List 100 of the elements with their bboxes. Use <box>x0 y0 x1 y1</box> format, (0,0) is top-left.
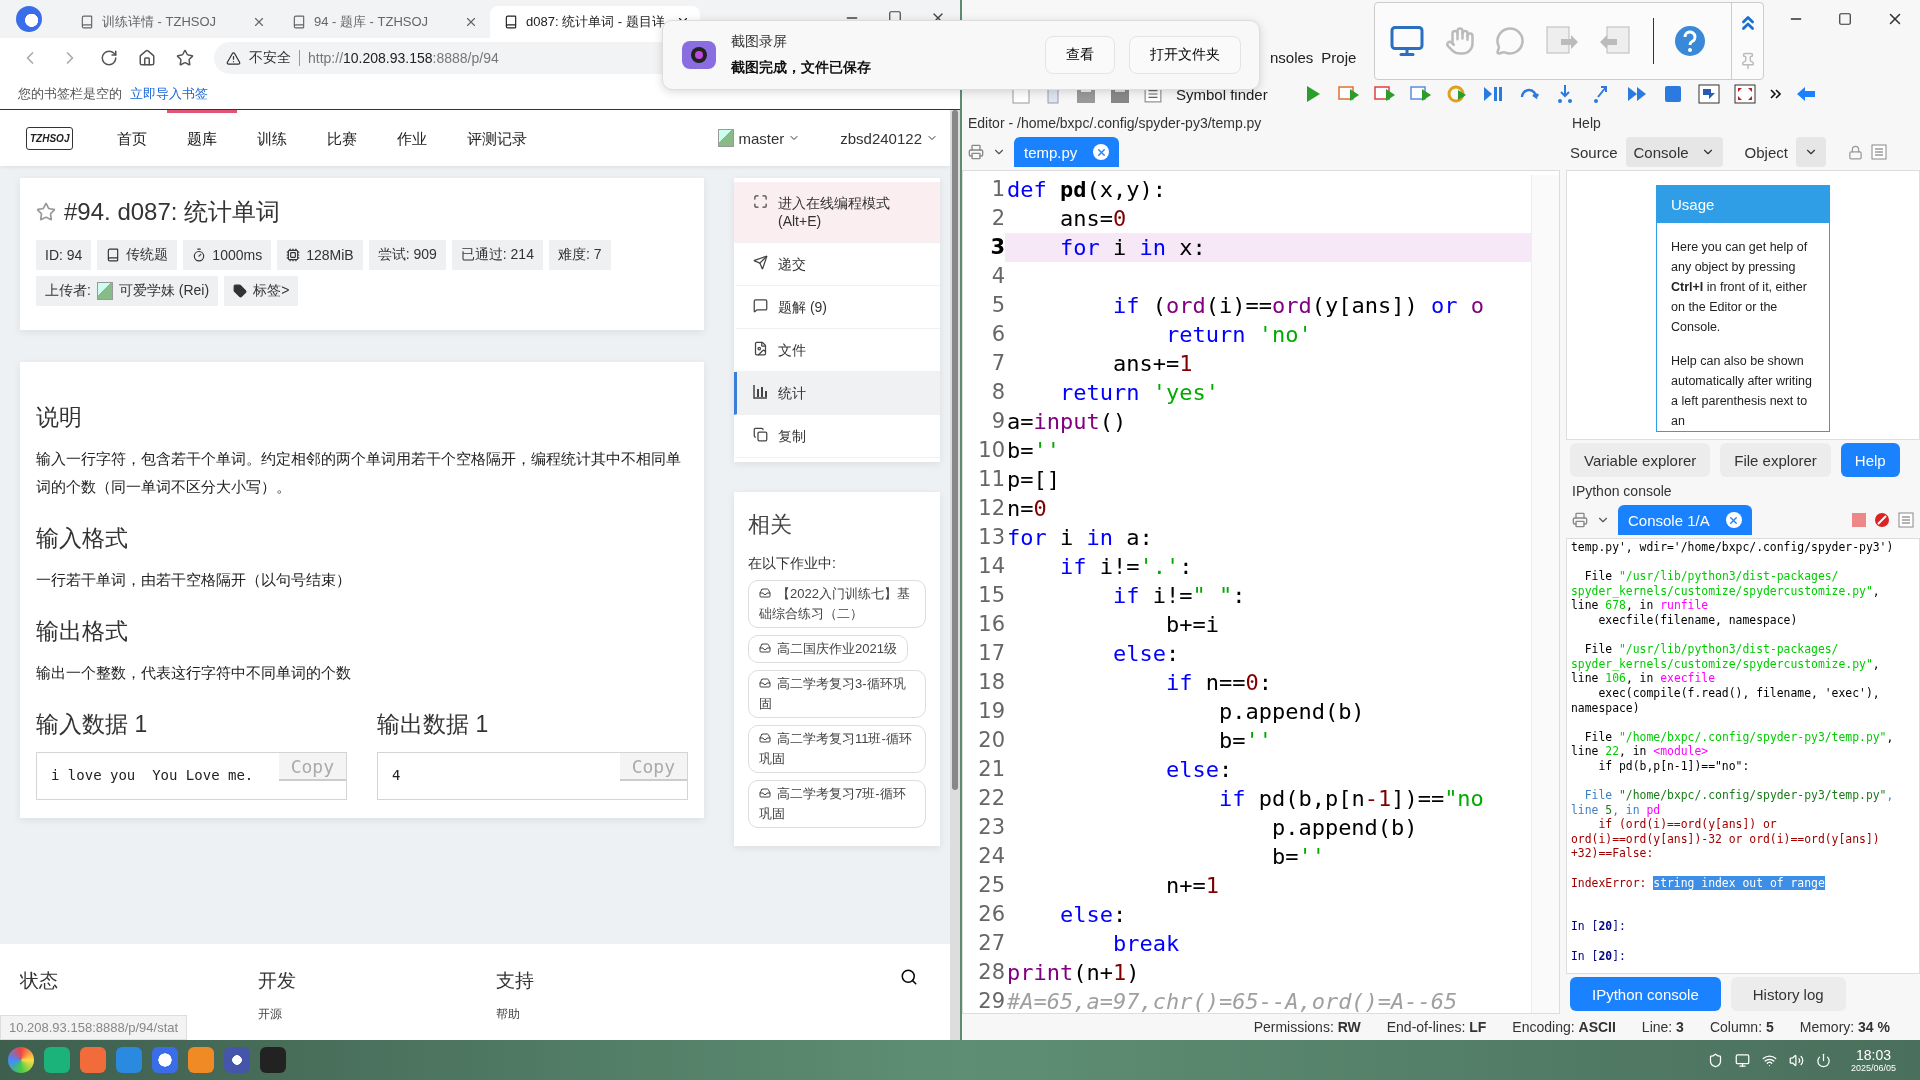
status-item: Line: 3 <box>1641 1019 1684 1035</box>
pane-tab[interactable]: Variable explorer <box>1570 443 1711 477</box>
menu-item[interactable]: Proje <box>1321 48 1357 66</box>
home-icon[interactable] <box>138 49 156 67</box>
browser-logo-icon[interactable] <box>16 6 42 32</box>
left-arrow-icon[interactable] <box>1795 86 1816 102</box>
page-icon <box>80 15 94 29</box>
info-badge: 已通过: 214 <box>451 240 543 270</box>
side-menu-item[interactable]: 复制 <box>734 415 940 458</box>
browser-tab[interactable]: 训练详情 - TZHSOJ <box>66 6 276 38</box>
source-dropdown[interactable]: Console <box>1625 137 1723 167</box>
nav-link[interactable]: 比赛 <box>307 110 378 166</box>
scrollbar-thumb[interactable] <box>952 110 958 790</box>
side-menu-item[interactable]: 进入在线编程模式 (Alt+E) <box>734 182 940 243</box>
side-menu-item[interactable]: 递交 <box>734 243 940 286</box>
console-line: File "/home/bxpc/.config/spyder-py3/temp.py", <box>1583 729 1895 745</box>
user-menu[interactable]: master <box>718 129 801 147</box>
lock-icon[interactable] <box>1847 144 1863 160</box>
nav-link[interactable]: 训练 <box>237 110 308 166</box>
launcher-icon[interactable] <box>8 1047 34 1073</box>
console-line: line 5, in pd <box>1571 802 1662 818</box>
console-line: if pd(b,p[n-1])=="no": <box>1597 758 1751 774</box>
pane-tab[interactable]: IPython console <box>1570 977 1721 1011</box>
user-menu[interactable]: zbsd240122 <box>840 129 938 147</box>
homework-chip[interactable]: 高二国庆作业2021级 <box>748 635 908 663</box>
uploader-badge[interactable]: 上传者: 可爱学妹 (Rei) <box>36 276 219 306</box>
section-text: 输出一个整数，代表这行字符中不同单词的个数 <box>36 663 352 683</box>
info-badge: 128MiB <box>277 240 363 270</box>
monitor-icon[interactable] <box>1734 1052 1750 1068</box>
bookmark-star-icon[interactable] <box>176 49 194 67</box>
image-file-icon <box>753 341 768 356</box>
network-icon[interactable] <box>1761 1052 1777 1068</box>
console-tab[interactable]: Console 1/A <box>1618 505 1752 535</box>
search-icon[interactable] <box>900 968 918 986</box>
nav-link[interactable]: 作业 <box>377 110 448 166</box>
sample-box: i love you You Love me. Copy <box>36 752 347 800</box>
send-icon <box>753 255 768 270</box>
broken-image-icon <box>718 129 735 147</box>
menu-item[interactable]: nsoles <box>1270 48 1314 66</box>
pane-tab[interactable]: File explorer <box>1720 443 1831 477</box>
homework-chip[interactable]: 高二学考复习3-循环巩固 <box>748 670 926 718</box>
import-bookmarks-link[interactable]: 立即导入书签 <box>130 84 208 103</box>
console-line: File "/usr/lib/python3/dist-packages/ <box>1583 642 1840 657</box>
notification-button[interactable]: 查看 <box>1045 36 1115 74</box>
exit-box-icon[interactable] <box>1697 83 1720 105</box>
pane-tab[interactable]: History log <box>1730 977 1846 1011</box>
double-chevron-icon[interactable] <box>1769 88 1782 100</box>
browser-tab[interactable]: d087: 统计单词 - 题目详 <box>490 6 700 38</box>
power-icon[interactable] <box>1815 1052 1831 1068</box>
reload-icon[interactable] <box>100 49 118 67</box>
close-icon[interactable] <box>252 15 266 29</box>
footer-link[interactable]: 帮助 <box>496 1006 734 1023</box>
warning-icon <box>226 50 241 66</box>
spider-web-app-icon[interactable] <box>260 1047 286 1073</box>
stopwatch-icon <box>192 248 207 262</box>
console-line: if (ord(i)==ord(y[ans]) or <box>1597 817 1778 832</box>
options-icon[interactable] <box>1870 144 1887 160</box>
url-text: http://10.208.93.158:8888/p/94 <box>308 50 499 66</box>
homework-chip[interactable]: 【2022入门训练七】基础综合练习（二） <box>748 580 926 628</box>
browser-tab[interactable]: 94 - 题库 - TZHSOJ <box>278 6 488 38</box>
play-swirl-icon[interactable] <box>1445 83 1468 105</box>
tags-badge[interactable]: 标签> <box>224 276 299 306</box>
star-icon[interactable] <box>36 202 56 222</box>
side-menu-item[interactable]: 题解 (9) <box>734 286 940 329</box>
printer-icon[interactable] <box>968 144 984 160</box>
settings-app-icon[interactable] <box>224 1047 250 1073</box>
no-entry-icon[interactable] <box>1874 512 1890 528</box>
side-menu-item[interactable]: 文件 <box>734 329 940 372</box>
close-icon[interactable] <box>464 15 478 29</box>
side-menu-item[interactable]: 统计 <box>734 372 940 415</box>
page-icon <box>292 15 306 29</box>
nav-link[interactable]: 题库 <box>167 110 238 166</box>
nav-link[interactable]: 评测记录 <box>447 110 548 166</box>
shield-icon[interactable] <box>1707 1052 1723 1068</box>
footer-link[interactable]: 开源 <box>258 1006 496 1023</box>
terminal-app-icon[interactable] <box>44 1047 70 1073</box>
usage-title: Usage <box>1657 186 1829 223</box>
monitor-icon[interactable] <box>1389 23 1425 59</box>
homework-chip[interactable]: 高二学考复习7班-循环巩固 <box>748 780 926 828</box>
browser-app-icon[interactable] <box>152 1047 178 1073</box>
help-icon[interactable] <box>1674 25 1706 57</box>
options-icon[interactable] <box>1898 512 1914 528</box>
archive-app-icon[interactable] <box>188 1047 214 1073</box>
info-badge: 1000ms <box>183 240 272 270</box>
footer-heading: 支持 <box>496 969 535 993</box>
homework-chip[interactable]: 高二学考复习11班-循环巩固 <box>748 725 926 773</box>
site-logo[interactable]: TZHSOJ <box>26 126 74 150</box>
volume-icon[interactable] <box>1788 1052 1804 1068</box>
code-line: b='' <box>1270 843 1325 871</box>
notification-button[interactable]: 打开文件夹 <box>1129 36 1241 74</box>
file-tab[interactable]: temp.py <box>1014 137 1120 167</box>
fullscreen-icon[interactable] <box>1733 83 1756 105</box>
maximize-icon[interactable] <box>1838 12 1852 26</box>
printer-icon[interactable] <box>1572 512 1588 528</box>
pane-tab[interactable]: Help <box>1840 443 1900 477</box>
grid-app-icon[interactable] <box>80 1047 106 1073</box>
console-header: IPython console <box>1571 482 1673 501</box>
symbol-finder-label[interactable]: Symbol finder <box>1176 85 1268 103</box>
console-line: ord(i)==ord(y[ans])-32 or ord(i)==ord(y[ans]) <box>1571 831 1881 847</box>
nav-link[interactable]: 首页 <box>97 110 168 166</box>
